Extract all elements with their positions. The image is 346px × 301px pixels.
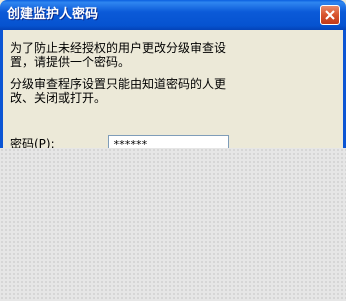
description-line: 为了防止未经授权的用户更改分级审查设: [10, 41, 227, 55]
title-bar[interactable]: 创建监护人密码: [0, 0, 346, 30]
dialog-window: 创建监护人密码 为了防止未经授权的用户更改分级审查设 置，请提供一个密码。 分级…: [0, 0, 346, 301]
obscured-region: [0, 148, 346, 301]
close-icon: [325, 10, 335, 20]
close-button[interactable]: [320, 5, 340, 25]
description-line: 分级审查程序设置只能由知道密码的人更: [10, 77, 227, 91]
description-paragraph-2: 分级审查程序设置只能由知道密码的人更 改、关闭或打开。: [10, 77, 330, 105]
description-paragraph-1: 为了防止未经授权的用户更改分级审查设 置，请提供一个密码。: [10, 41, 330, 69]
description-line: 改、关闭或打开。: [10, 91, 107, 105]
description-line: 置，请提供一个密码。: [10, 55, 131, 69]
window-title: 创建监护人密码: [7, 7, 99, 22]
